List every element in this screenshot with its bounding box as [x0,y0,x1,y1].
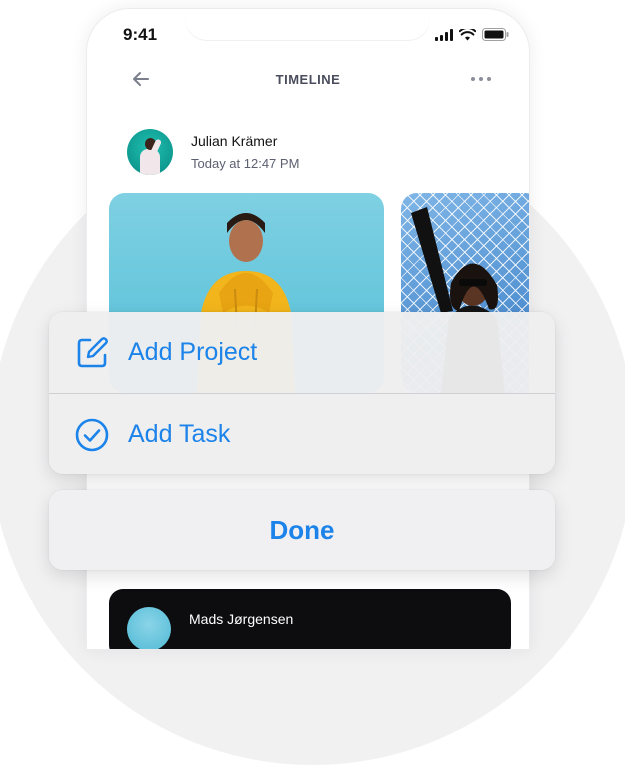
wifi-icon [459,28,476,40]
cellular-signal-icon [435,28,453,41]
done-label: Done [269,514,335,545]
battery-icon [482,28,509,41]
avatar[interactable] [127,607,171,649]
author-name[interactable]: Julian Krämer [191,133,299,149]
add-project-button[interactable]: Add Project [49,312,555,393]
status-icons [435,28,509,41]
add-task-label: Add Task [128,420,231,448]
add-task-button[interactable]: Add Task [49,393,555,474]
avatar[interactable] [127,129,173,175]
phone-notch [185,9,430,41]
check-circle-icon [75,418,109,452]
post-header: Julian Krämer Today at 12:47 PM [127,129,299,175]
done-button[interactable]: Done [49,490,555,570]
action-sheet: Add Project Add Task [49,312,555,474]
page-title: TIMELINE [275,72,341,87]
status-time: 9:41 [123,25,158,44]
add-project-label: Add Project [128,338,258,366]
edit-square-icon [75,336,109,370]
more-horizontal-icon[interactable] [469,69,493,89]
author-meta: Julian Krämer Today at 12:47 PM [191,133,299,171]
post-timestamp: Today at 12:47 PM [191,156,300,171]
post-card[interactable]: Mads Jørgensen [109,589,511,649]
